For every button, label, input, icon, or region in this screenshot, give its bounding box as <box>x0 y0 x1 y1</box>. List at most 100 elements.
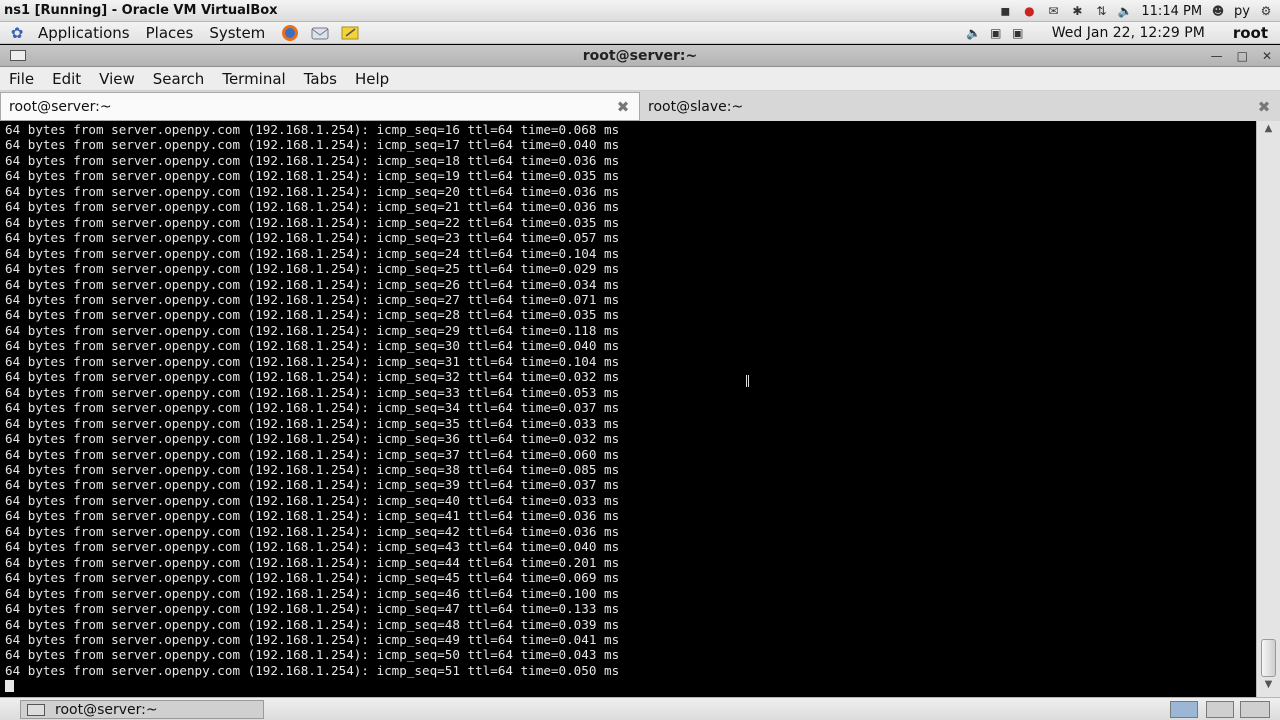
volume-icon[interactable]: 🔈 <box>1117 4 1133 18</box>
bluetooth-icon[interactable]: ✱ <box>1069 4 1085 18</box>
scroll-down-arrow-icon[interactable]: ▼ <box>1261 679 1276 693</box>
terminal-line: 64 bytes from server.openpy.com (192.168… <box>5 492 620 508</box>
panel-user[interactable]: root <box>1233 24 1268 42</box>
menu-applications[interactable]: Applications <box>30 24 138 42</box>
host-system-tray: ◼ ● ✉ ✱ ⇅ 🔈 11:14 PM ☻ py ⚙ <box>997 0 1280 22</box>
terminal-line: 64 bytes from server.openpy.com (192.168… <box>5 477 620 493</box>
menu-terminal[interactable]: Terminal <box>213 70 294 88</box>
gnome-foot-icon: ✿ <box>10 23 24 42</box>
terminal-line: 64 bytes from server.openpy.com (192.168… <box>5 539 620 555</box>
terminal-line: 64 bytes from server.openpy.com (192.168… <box>5 338 620 354</box>
terminal-line: 64 bytes from server.openpy.com (192.168… <box>5 307 620 323</box>
menu-system[interactable]: System <box>201 24 273 42</box>
close-tab-icon[interactable]: ✖ <box>1256 98 1272 116</box>
window-title: root@server:~ <box>582 47 698 64</box>
panel-clock[interactable]: Wed Jan 22, 12:29 PM <box>1052 25 1205 41</box>
display-icon[interactable]: ◼ <box>997 4 1013 18</box>
terminal-line: 64 bytes from server.openpy.com (192.168… <box>5 384 620 400</box>
maximize-icon[interactable]: □ <box>1237 49 1248 63</box>
terminal-line: 64 bytes from server.openpy.com (192.168… <box>5 631 620 647</box>
terminal-line: 64 bytes from server.openpy.com (192.168… <box>5 168 620 184</box>
taskbar-window-label: root@server:~ <box>55 701 158 718</box>
workspace-3[interactable] <box>1240 701 1270 718</box>
terminal-scrollbar[interactable]: ▲ ▼ <box>1256 121 1280 697</box>
terminal-block-cursor <box>5 680 14 692</box>
terminal-line: 64 bytes from server.openpy.com (192.168… <box>5 199 620 215</box>
terminal-line: 64 bytes from server.openpy.com (192.168… <box>5 647 620 663</box>
terminal-output[interactable]: 64 bytes from server.openpy.com (192.168… <box>0 121 1256 697</box>
terminal-line: 64 bytes from server.openpy.com (192.168… <box>5 431 620 447</box>
terminal-line: 64 bytes from server.openpy.com (192.168… <box>5 261 620 277</box>
record-icon[interactable]: ● <box>1021 4 1037 18</box>
firefox-icon[interactable] <box>277 23 303 43</box>
terminal-line: 64 bytes from server.openpy.com (192.168… <box>5 554 620 570</box>
mail-client-icon[interactable] <box>307 23 333 43</box>
close-icon[interactable]: ✕ <box>1262 49 1272 63</box>
menu-view[interactable]: View <box>90 70 144 88</box>
settings-icon[interactable]: ⚙ <box>1258 4 1274 18</box>
terminal-line: 64 bytes from server.openpy.com (192.168… <box>5 291 620 307</box>
menu-search[interactable]: Search <box>144 70 214 88</box>
menu-tabs[interactable]: Tabs <box>295 70 346 88</box>
tab-root-slave[interactable]: root@slave:~ ✖ <box>640 93 1280 121</box>
terminal-line: 64 bytes from server.openpy.com (192.168… <box>5 461 620 477</box>
terminal-line: 64 bytes from server.openpy.com (192.168… <box>5 570 620 586</box>
user-icon: ☻ <box>1211 4 1225 18</box>
gnome-top-panel: ✿ Applications Places System 🔈 ▣ ▣ Wed J… <box>0 22 1280 44</box>
terminal-line: 64 bytes from server.openpy.com (192.168… <box>5 322 620 338</box>
terminal-line: 64 bytes from server.openpy.com (192.168… <box>5 137 620 153</box>
terminal-line: 64 bytes from server.openpy.com (192.168… <box>5 523 620 539</box>
bottom-taskbar: root@server:~ <box>0 697 1280 720</box>
terminal-line: 64 bytes from server.openpy.com (192.168… <box>5 214 620 230</box>
notes-icon[interactable] <box>337 23 363 43</box>
terminal-line: 64 bytes from server.openpy.com (192.168… <box>5 276 620 292</box>
mail-icon[interactable]: ✉ <box>1045 4 1061 18</box>
terminal-line: 64 bytes from server.openpy.com (192.168… <box>5 230 620 246</box>
terminal-line: 64 bytes from server.openpy.com (192.168… <box>5 601 620 617</box>
terminal-line: 64 bytes from server.openpy.com (192.168… <box>5 245 620 261</box>
speaker-icon[interactable]: 🔈 <box>966 26 982 40</box>
network-icon[interactable]: ⇅ <box>1093 4 1109 18</box>
window-title-bar[interactable]: root@server:~ — □ ✕ <box>0 45 1280 67</box>
menu-bar: File Edit View Search Terminal Tabs Help <box>0 67 1280 91</box>
scrollbar-thumb[interactable] <box>1261 639 1276 677</box>
close-tab-icon[interactable]: ✖ <box>615 98 631 116</box>
terminal-line: 64 bytes from server.openpy.com (192.168… <box>5 585 620 601</box>
text-cursor-ibeam <box>746 375 749 387</box>
terminal-app-icon[interactable] <box>10 50 26 61</box>
workspace-1[interactable] <box>1170 701 1198 718</box>
terminal-line: 64 bytes from server.openpy.com (192.168… <box>5 415 620 431</box>
terminal-line: 64 bytes from server.openpy.com (192.168… <box>5 446 620 462</box>
terminal-icon <box>27 704 45 716</box>
tab-bar: root@server:~ ✖ root@slave:~ ✖ <box>0 91 1280 121</box>
minimize-icon[interactable]: — <box>1211 49 1223 63</box>
taskbar-window-button[interactable]: root@server:~ <box>20 700 264 719</box>
network-manager-icon[interactable]: ▣ <box>988 26 1004 40</box>
menu-places[interactable]: Places <box>138 24 202 42</box>
tab-label: root@slave:~ <box>648 99 744 115</box>
host-window-title: ns1 [Running] - Oracle VM VirtualBox <box>4 3 278 18</box>
terminal-line: 64 bytes from server.openpy.com (192.168… <box>5 616 620 632</box>
menu-file[interactable]: File <box>0 70 43 88</box>
workspace-2[interactable] <box>1206 701 1234 718</box>
terminal-line: 64 bytes from server.openpy.com (192.168… <box>5 662 620 678</box>
terminal-line: 64 bytes from server.openpy.com (192.168… <box>5 508 620 524</box>
terminal-line: 64 bytes from server.openpy.com (192.168… <box>5 183 620 199</box>
scroll-up-arrow-icon[interactable]: ▲ <box>1261 123 1276 137</box>
updates-icon[interactable]: ▣ <box>1010 26 1026 40</box>
terminal-lines: 64 bytes from server.openpy.com (192.168… <box>5 122 619 678</box>
menu-edit[interactable]: Edit <box>43 70 90 88</box>
window-controls: — □ ✕ <box>1211 45 1272 67</box>
tab-label: root@server:~ <box>9 98 112 115</box>
tab-root-server[interactable]: root@server:~ ✖ <box>0 92 640 120</box>
host-clock[interactable]: 11:14 PM <box>1141 4 1202 19</box>
menu-help[interactable]: Help <box>346 70 398 88</box>
terminal-line: 64 bytes from server.openpy.com (192.168… <box>5 369 620 385</box>
terminal-line: 64 bytes from server.openpy.com (192.168… <box>5 400 620 416</box>
terminal-line: 64 bytes from server.openpy.com (192.168… <box>5 152 620 168</box>
host-user[interactable]: py <box>1234 4 1250 19</box>
panel-right-area: 🔈 ▣ ▣ Wed Jan 22, 12:29 PM root <box>966 22 1280 44</box>
terminal-line: 64 bytes from server.openpy.com (192.168… <box>5 122 620 137</box>
host-title-bar: ns1 [Running] - Oracle VM VirtualBox ◼ ●… <box>0 0 1280 22</box>
terminal-line: 64 bytes from server.openpy.com (192.168… <box>5 353 620 369</box>
